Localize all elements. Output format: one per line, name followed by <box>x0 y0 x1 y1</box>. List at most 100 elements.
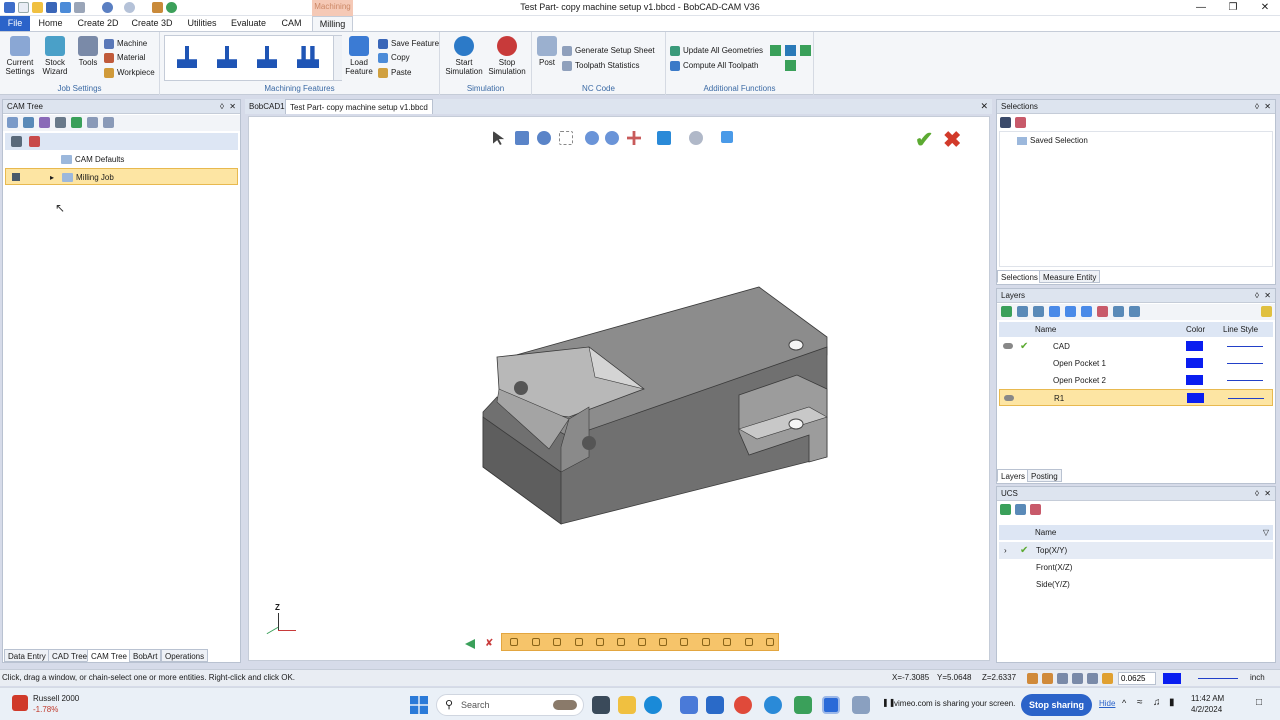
units-selector[interactable]: inch <box>1250 673 1265 682</box>
feature-hole-icon[interactable] <box>297 46 319 68</box>
tree-tool-icon[interactable] <box>71 117 82 128</box>
layer-tool-icon[interactable] <box>1081 306 1092 317</box>
anim-step-icon[interactable] <box>617 638 625 646</box>
viewport[interactable]: ✔ ✖ Z ✘ <box>248 116 990 661</box>
tree-tool-icon[interactable] <box>87 117 98 128</box>
ucs-tool-icon[interactable] <box>1015 504 1026 515</box>
layer-color-swatch[interactable] <box>1186 375 1203 385</box>
tree-tool-icon[interactable] <box>7 117 18 128</box>
extra-function-icon[interactable] <box>770 45 781 56</box>
feature-pocket-icon[interactable] <box>177 46 197 68</box>
tab-create-3d[interactable]: Create 3D <box>126 16 178 31</box>
tools-button[interactable]: Tools <box>74 36 102 67</box>
snap-icon[interactable] <box>1102 673 1113 684</box>
erase-selection-icon[interactable] <box>1015 117 1026 128</box>
anim-step-icon[interactable] <box>766 638 774 646</box>
clock-date[interactable]: 4/2/2024 <box>1191 705 1222 714</box>
ucs-row[interactable]: Side(Y/Z) <box>999 576 1273 593</box>
snap-icon[interactable] <box>1072 673 1083 684</box>
feature-gallery[interactable] <box>164 35 342 81</box>
anim-step-icon[interactable] <box>680 638 688 646</box>
column-name[interactable]: Name <box>1035 322 1056 337</box>
anim-step-icon[interactable] <box>510 638 518 646</box>
anim-step-icon[interactable] <box>659 638 667 646</box>
layer-row-selected[interactable]: R1 <box>999 389 1273 406</box>
extra-function-icon[interactable] <box>800 45 811 56</box>
tab-cam-tree[interactable]: CAM Tree <box>87 649 132 662</box>
anim-step-icon[interactable] <box>596 638 604 646</box>
volume-icon[interactable]: ♫ <box>1153 697 1161 708</box>
doc-tab-test-part[interactable]: Test Part- copy machine setup v1.bbcd <box>285 99 433 114</box>
layer-line-style[interactable] <box>1227 380 1263 381</box>
close-button[interactable]: ✕ <box>1250 1 1280 15</box>
tab-cad-tree[interactable]: CAD Tree <box>48 649 92 662</box>
close-icon[interactable]: ✕ <box>1264 487 1271 501</box>
close-icon[interactable]: ✕ <box>1264 289 1271 303</box>
zoom-app-icon[interactable] <box>764 696 782 714</box>
notifications-icon[interactable]: □ <box>1256 697 1262 708</box>
anim-step-icon[interactable] <box>638 638 646 646</box>
tab-data-entry[interactable]: Data Entry <box>4 649 50 662</box>
snap-icon[interactable] <box>1087 673 1098 684</box>
tab-milling[interactable]: Milling <box>312 16 353 31</box>
wifi-icon[interactable]: ≈ <box>1137 697 1143 708</box>
tree-tool-icon[interactable] <box>55 117 66 128</box>
column-color[interactable]: Color <box>1186 322 1205 337</box>
close-icon[interactable]: ✕ <box>1264 100 1271 114</box>
expand-icon[interactable]: ▸ <box>50 169 54 186</box>
anim-step-icon[interactable] <box>553 638 561 646</box>
feature-profile-icon[interactable] <box>217 46 237 68</box>
wrench-icon[interactable] <box>11 136 22 147</box>
layer-color-swatch[interactable] <box>1187 393 1204 403</box>
layer-color-swatch[interactable] <box>1186 358 1203 368</box>
extra-function-icon[interactable] <box>785 45 796 56</box>
layer-row[interactable]: Open Pocket 2 <box>999 372 1273 389</box>
feature-face-icon[interactable] <box>257 46 277 68</box>
tab-cam[interactable]: CAM <box>275 16 308 31</box>
windows-start-icon[interactable] <box>410 696 428 714</box>
file-explorer-icon[interactable] <box>618 696 636 714</box>
tab-utilities[interactable]: Utilities <box>181 16 223 31</box>
tab-create-2d[interactable]: Create 2D <box>72 16 124 31</box>
snap-icon[interactable] <box>1027 673 1038 684</box>
chrome-icon[interactable] <box>734 696 752 714</box>
layer-tool-icon[interactable] <box>1049 306 1060 317</box>
store-icon[interactable] <box>680 696 698 714</box>
start-simulation-button[interactable]: Start Simulation <box>444 36 484 76</box>
task-view-icon[interactable] <box>592 696 610 714</box>
generate-setup-sheet-button[interactable]: Generate Setup Sheet <box>562 45 655 57</box>
eye-icon[interactable] <box>1003 343 1013 349</box>
step-value-input[interactable] <box>1118 672 1156 685</box>
stock-wizard-button[interactable]: Stock Wizard <box>38 36 72 76</box>
battery-icon[interactable]: ▮ <box>1169 697 1175 708</box>
layer-tool-icon[interactable] <box>1097 306 1108 317</box>
taskbar-search[interactable]: ⚲ Search <box>436 694 584 716</box>
tab-file[interactable]: File <box>0 16 30 31</box>
tab-operations[interactable]: Operations <box>161 649 209 662</box>
column-line-style[interactable]: Line Style <box>1223 322 1258 337</box>
color-picker[interactable] <box>1163 673 1181 684</box>
mail-icon[interactable] <box>706 696 724 714</box>
save-feature-button[interactable]: Save Feature <box>378 38 439 50</box>
stock-icon[interactable] <box>12 695 28 711</box>
layer-tool-icon[interactable] <box>1065 306 1076 317</box>
ucs-row[interactable]: Front(X/Z) <box>999 559 1273 576</box>
pin-icon[interactable]: ◊ <box>220 100 224 114</box>
active-check-icon[interactable]: ✔ <box>1020 338 1028 355</box>
clock-time[interactable]: 11:42 AM <box>1191 694 1224 703</box>
current-settings-button[interactable]: Current Settings <box>3 36 37 76</box>
tab-evaluate[interactable]: Evaluate <box>226 16 271 31</box>
update-all-geometries-button[interactable]: Update All Geometries <box>670 45 763 57</box>
pin-icon[interactable]: ◊ <box>1255 100 1259 114</box>
layer-row[interactable]: ✔ CAD <box>999 338 1273 355</box>
load-feature-button[interactable]: Load Feature <box>344 36 374 76</box>
layer-tool-icon[interactable] <box>1113 306 1124 317</box>
edge-icon[interactable] <box>644 696 662 714</box>
layer-tool-icon[interactable] <box>1017 306 1028 317</box>
maximize-button[interactable]: ❐ <box>1218 1 1248 15</box>
machine-button[interactable]: Machine <box>104 38 147 50</box>
post-button[interactable]: Post <box>536 36 558 67</box>
layer-tool-icon[interactable] <box>1261 306 1272 317</box>
snap-icon[interactable] <box>1057 673 1068 684</box>
copy-button[interactable]: Copy <box>378 52 410 64</box>
